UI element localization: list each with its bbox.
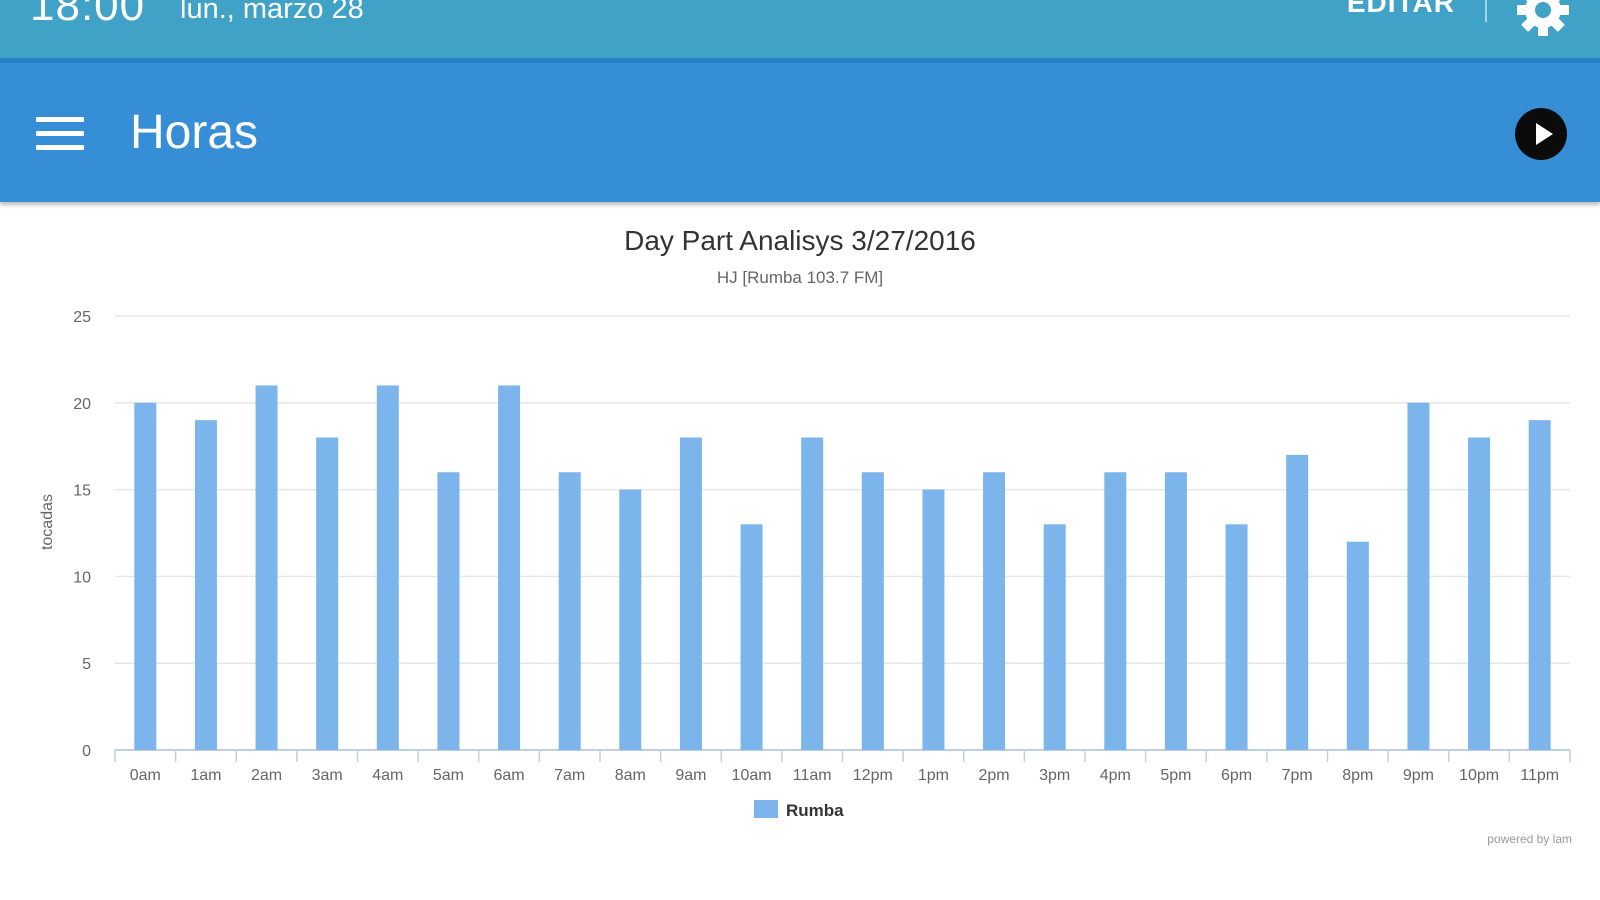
bar-9am[interactable] [679,437,702,750]
bar-7pm[interactable] [1286,454,1309,750]
chart-container: Day Part Analisys 3/27/2016 HJ [Rumba 10… [0,202,1600,900]
bar-chart: Day Part Analisys 3/27/2016 HJ [Rumba 10… [39,225,1572,846]
bar-2am[interactable] [255,385,278,750]
x-tick-label: 10am [732,767,772,784]
y-tick-label: 10 [73,569,91,586]
legend[interactable]: Rumba [754,800,844,820]
x-tick-label: 1pm [918,767,949,784]
legend-label: Rumba [786,801,844,820]
x-tick-label: 9pm [1403,767,1434,784]
bar-1am[interactable] [194,420,217,750]
gear-icon[interactable] [1515,0,1571,38]
bar-2pm[interactable] [983,472,1006,750]
x-tick-label: 11am [793,767,832,784]
bar-3am[interactable] [316,437,339,750]
x-tick-label: 4pm [1100,767,1131,784]
chart-credit: powered by lam [1487,832,1572,846]
bar-6pm[interactable] [1225,524,1248,750]
bar-7am[interactable] [558,472,581,750]
x-tick-label: 2pm [979,767,1010,784]
x-tick-label: 6pm [1221,767,1252,784]
status-bar: 18:00 lun., marzo 28 EDITAR [0,0,1600,58]
status-time: 18:00 [30,0,146,30]
x-tick-label: 0am [130,767,161,784]
x-tick-label: 6am [494,767,525,784]
bar-11pm[interactable] [1528,420,1551,750]
x-tick-label: 3pm [1039,767,1070,784]
y-tick-label: 20 [73,396,91,413]
bar-3pm[interactable] [1043,524,1066,750]
status-date: lun., marzo 28 [180,0,364,25]
y-axis-title: tocadas [39,494,56,550]
x-tick-label: 4am [372,767,403,784]
bar-4am[interactable] [376,385,399,750]
x-tick-label: 7am [554,767,585,784]
chart-title: Day Part Analisys 3/27/2016 [624,225,976,256]
bar-10pm[interactable] [1468,437,1491,750]
y-tick-label: 25 [73,309,91,326]
y-tick-label: 5 [82,656,91,673]
bars [134,385,1551,750]
x-tick-label: 11pm [1520,767,1559,784]
bar-11am[interactable] [801,437,824,750]
edit-button[interactable]: EDITAR [1347,0,1455,18]
x-tick-label: 5am [433,767,464,784]
play-circle-icon[interactable] [1515,108,1567,160]
bar-9pm[interactable] [1407,402,1430,750]
y-tick-label: 15 [73,483,91,500]
hamburger-menu-icon[interactable] [36,115,84,151]
bar-5pm[interactable] [1164,472,1187,750]
y-tick-label: 0 [82,743,91,760]
chart-subtitle: HJ [Rumba 103.7 FM] [717,268,883,287]
bar-1pm[interactable] [922,489,945,750]
x-tick-label: 12pm [853,767,893,784]
x-tick-label: 1am [190,767,221,784]
legend-swatch [754,800,778,818]
status-divider [1485,0,1487,22]
x-tick-label: 2am [251,767,282,784]
bar-12pm[interactable] [861,472,884,750]
page-title: Horas [130,106,259,159]
app-bar: Horas [0,58,1600,202]
x-tick-label: 8am [615,767,646,784]
bar-10am[interactable] [740,524,763,750]
bar-0am[interactable] [134,402,157,750]
bar-6am[interactable] [498,385,521,750]
x-tick-label: 8pm [1342,767,1373,784]
bar-8pm[interactable] [1346,541,1369,750]
x-tick-label: 7pm [1282,767,1313,784]
x-tick-label: 3am [312,767,343,784]
bar-5am[interactable] [437,472,460,750]
x-tick-label: 10pm [1459,767,1499,784]
x-tick-label: 5pm [1160,767,1191,784]
bar-4pm[interactable] [1104,472,1127,750]
x-tick-label: 9am [675,767,706,784]
bar-8am[interactable] [619,489,642,750]
